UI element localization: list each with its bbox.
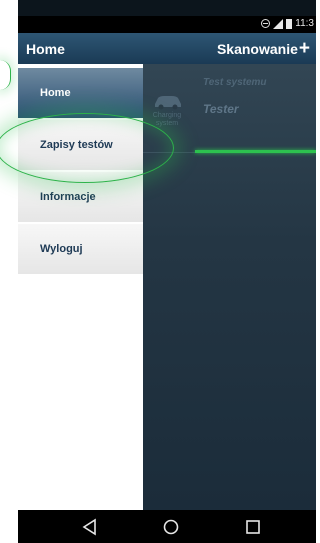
scan-button[interactable]: Skanowanie +: [216, 38, 310, 59]
car-icon: [155, 96, 181, 110]
drawer-item-label: Zapisy testów: [40, 139, 113, 151]
drawer-item-label: Informacje: [40, 191, 96, 203]
highlight-pointer-line: [195, 150, 316, 153]
recent-apps-icon[interactable]: [244, 518, 262, 536]
test-system-label: Test systemu: [203, 77, 267, 88]
drawer-item-home[interactable]: Home: [18, 68, 143, 118]
do-not-disturb-icon: [261, 19, 271, 28]
back-icon[interactable]: [81, 518, 99, 536]
action-bar: Home Skanowanie +: [18, 33, 316, 64]
highlight-glow-edge: [0, 60, 11, 90]
scan-label: Skanowanie: [216, 41, 298, 57]
system-navigation-bar: [18, 510, 316, 543]
navigation-drawer: Home Zapisy testów Informacje Wyloguj: [18, 64, 143, 510]
battery-icon: [286, 18, 293, 29]
home-icon[interactable]: [162, 518, 180, 536]
charging-system-label: Charging system: [152, 112, 182, 127]
drawer-item-test-records[interactable]: Zapisy testów: [18, 120, 143, 170]
drawer-item-label: Home: [40, 87, 71, 99]
drawer-item-label: Wyloguj: [40, 243, 83, 255]
status-icons: 11:3: [261, 18, 314, 29]
drawer-item-information[interactable]: Informacje: [18, 172, 143, 222]
status-time: 11:3: [295, 18, 314, 29]
tester-label: Tester: [203, 102, 239, 116]
main-content: Charging system Test systemu Tester: [143, 64, 316, 510]
status-bar: 11:3: [18, 16, 316, 33]
action-bar-title[interactable]: Home: [26, 41, 65, 57]
signal-icon: [273, 18, 284, 29]
phone-screen: 11:3 Home Skanowanie + Charging system T…: [18, 0, 316, 543]
add-icon: +: [298, 38, 310, 59]
drawer-item-logout[interactable]: Wyloguj: [18, 224, 143, 274]
